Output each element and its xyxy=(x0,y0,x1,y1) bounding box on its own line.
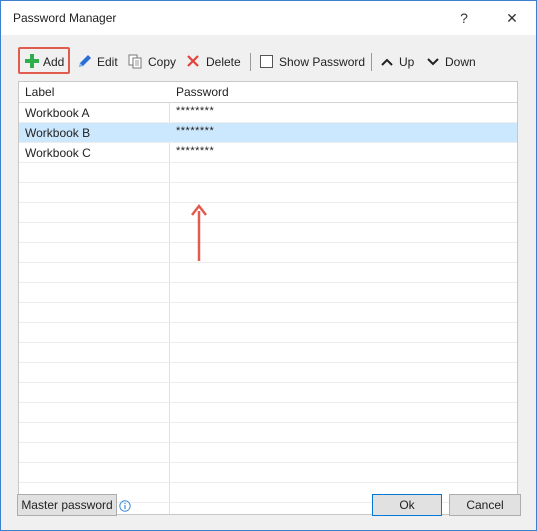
toolbar: Add Edit Copy Delete Show Password Up Do… xyxy=(16,47,521,77)
password-list[interactable]: Label Password Workbook A ******** Workboo… xyxy=(18,81,518,515)
table-row[interactable]: Workbook A ******** xyxy=(19,103,517,123)
edit-button-label: Edit xyxy=(97,55,118,69)
list-rows: Workbook A ******** Workbook B ******** Work… xyxy=(19,103,517,514)
master-password-button[interactable]: Master password xyxy=(17,494,117,516)
show-password-label: Show Password xyxy=(279,55,366,69)
ok-button[interactable]: Ok xyxy=(372,494,442,516)
table-row[interactable]: Workbook B ******** xyxy=(19,123,517,143)
empty-row xyxy=(19,203,517,223)
add-button-label: Add xyxy=(43,55,65,69)
delete-button[interactable]: Delete xyxy=(186,50,242,74)
plus-icon xyxy=(25,54,39,68)
empty-row xyxy=(19,183,517,203)
down-button-label: Down xyxy=(445,55,476,69)
toolbar-separator xyxy=(250,53,251,71)
info-icon[interactable] xyxy=(119,500,131,512)
empty-row xyxy=(19,443,517,463)
help-button[interactable]: ? xyxy=(449,7,479,29)
empty-row xyxy=(19,463,517,483)
empty-row xyxy=(19,263,517,283)
row-password: ******** xyxy=(176,125,215,137)
empty-row xyxy=(19,383,517,403)
row-password: ******** xyxy=(176,145,215,157)
delete-x-icon xyxy=(187,55,199,67)
close-button[interactable]: ✕ xyxy=(497,7,527,29)
empty-row xyxy=(19,163,517,183)
show-password-checkbox[interactable]: Show Password xyxy=(260,50,366,74)
column-header-password[interactable]: Password xyxy=(176,85,229,99)
edit-button[interactable]: Edit xyxy=(77,50,121,74)
down-button[interactable]: Down xyxy=(427,50,479,74)
copy-button[interactable]: Copy xyxy=(128,50,178,74)
copy-icon xyxy=(128,54,142,69)
red-arrow-annotation xyxy=(191,203,207,261)
empty-row xyxy=(19,423,517,443)
checkbox-box[interactable] xyxy=(260,55,273,68)
empty-row xyxy=(19,303,517,323)
empty-row xyxy=(19,283,517,303)
empty-row xyxy=(19,243,517,263)
up-button[interactable]: Up xyxy=(381,50,417,74)
pencil-icon xyxy=(79,55,91,67)
window-title: Password Manager xyxy=(13,11,117,25)
empty-row xyxy=(19,343,517,363)
empty-row xyxy=(19,403,517,423)
empty-row xyxy=(19,363,517,383)
toolbar-separator xyxy=(371,53,372,71)
copy-button-label: Copy xyxy=(148,55,177,69)
table-row[interactable]: Workbook C ******** xyxy=(19,143,517,163)
row-label: Workbook A xyxy=(25,106,90,120)
column-header-label[interactable]: Label xyxy=(25,85,54,99)
row-password: ******** xyxy=(176,105,215,117)
empty-row xyxy=(19,323,517,343)
empty-row xyxy=(19,223,517,243)
row-label: Workbook C xyxy=(25,146,91,160)
title-bar: Password Manager ? ✕ xyxy=(1,1,536,35)
list-header: Label Password xyxy=(19,82,517,103)
dialog-body: Add Edit Copy Delete Show Password Up Do… xyxy=(1,35,536,530)
password-manager-window: Password Manager ? ✕ Add Edit Copy Delet… xyxy=(0,0,537,531)
chevron-down-icon xyxy=(427,58,439,66)
add-button[interactable]: Add xyxy=(25,50,67,74)
delete-button-label: Delete xyxy=(206,55,241,69)
row-label: Workbook B xyxy=(25,126,91,140)
chevron-up-icon xyxy=(381,58,393,66)
cancel-button[interactable]: Cancel xyxy=(449,494,521,516)
up-button-label: Up xyxy=(399,55,415,69)
